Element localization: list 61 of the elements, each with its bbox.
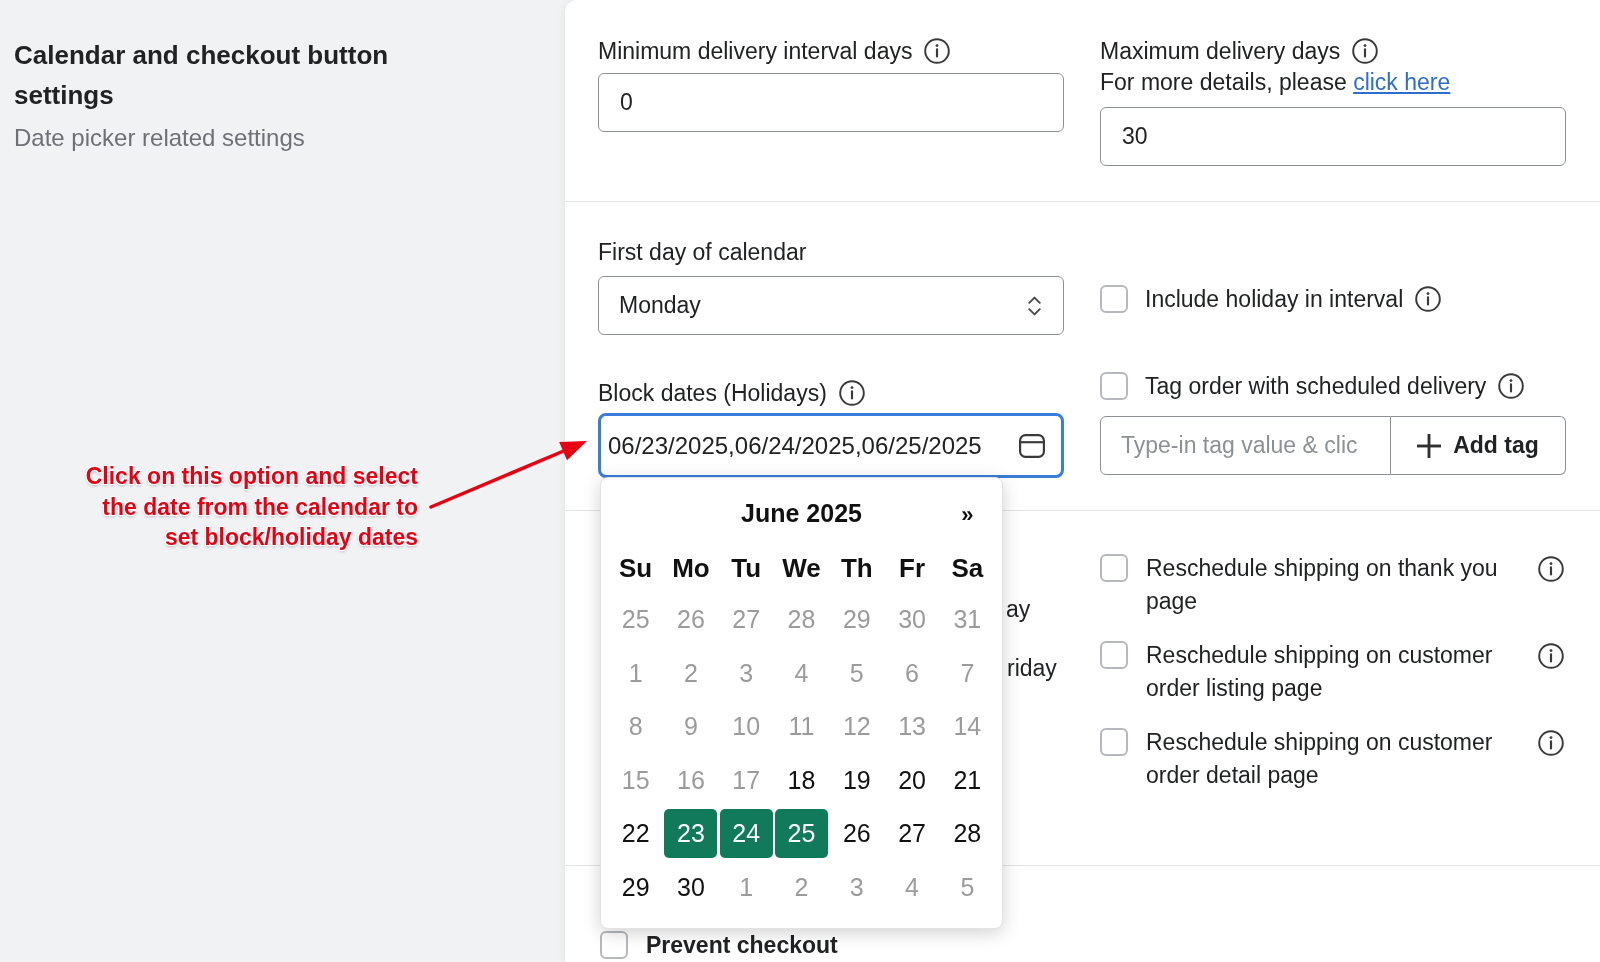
weekday-label: Sa — [951, 551, 984, 585]
info-icon — [1498, 373, 1525, 399]
chevron-up-down-icon — [1028, 295, 1041, 316]
weekday-label: We — [782, 551, 821, 585]
help-text: For more details, please click here — [1100, 68, 1452, 97]
section-title: Calendar and checkout button settings — [14, 39, 390, 112]
calendar-icon — [1019, 433, 1045, 458]
number-field[interactable]: 30 — [1100, 107, 1566, 166]
field-label: Maximum delivery days — [1100, 37, 1341, 66]
annotation-text: Click on this option and select the date from the calendar to set block/holiday dates — [84, 462, 418, 552]
calendar-day[interactable]: 23 — [664, 809, 718, 859]
checkbox[interactable] — [600, 931, 628, 959]
calendar-day[interactable]: 22 — [609, 809, 663, 859]
calendar-day[interactable]: 27 — [885, 809, 939, 859]
option-label: Reschedule shipping on customer order listing page — [1146, 641, 1494, 703]
checkbox[interactable] — [1100, 728, 1128, 756]
field-label: Include holiday in interval — [1145, 285, 1404, 314]
option-label: riday — [1007, 654, 1058, 683]
option-label: Reschedule shipping on thank you page — [1146, 554, 1499, 616]
number-field[interactable]: 0 — [598, 73, 1064, 132]
info-icon — [1538, 556, 1564, 582]
next-month-button[interactable]: » — [957, 497, 978, 531]
option-label: Prevent checkout — [646, 931, 838, 960]
info-icon — [1352, 38, 1379, 64]
plus-icon — [1417, 433, 1442, 458]
section-subtitle: Date picker related settings — [14, 123, 306, 153]
checkbox[interactable] — [1100, 285, 1128, 313]
calendar-day[interactable]: 25 — [775, 809, 828, 859]
add-tag-button[interactable]: Add tag — [1391, 416, 1566, 475]
weekday-label: Tu — [731, 551, 762, 585]
calendar-day[interactable]: 29 — [609, 862, 663, 912]
calendar-day[interactable]: 21 — [940, 755, 994, 805]
weekday-label: Mo — [672, 551, 710, 585]
calendar-day[interactable]: 28 — [940, 809, 994, 859]
calendar-day[interactable]: 18 — [775, 755, 828, 805]
option-label: Reschedule shipping on customer order detail page — [1146, 728, 1494, 790]
tag-input[interactable]: Type-in tag value & clic — [1100, 416, 1391, 475]
field-label: First day of calendar — [598, 238, 807, 267]
calendar-day[interactable]: 30 — [664, 862, 718, 912]
checkbox[interactable] — [1100, 372, 1128, 400]
checkbox[interactable] — [1100, 641, 1128, 669]
option-label: ay — [1006, 595, 1032, 624]
calendar-day[interactable]: 24 — [719, 809, 773, 859]
info-icon — [924, 38, 951, 64]
weekday-label: Fr — [899, 551, 926, 585]
weekday-label: Th — [840, 551, 873, 585]
weekday-select[interactable]: Monday — [598, 276, 1064, 335]
details-link[interactable]: click here — [1353, 69, 1451, 95]
month-title: June 2025 — [740, 498, 863, 530]
info-icon — [1538, 643, 1564, 669]
field-label: Tag order with scheduled delivery — [1145, 372, 1487, 401]
calendar-day[interactable]: 20 — [885, 755, 939, 805]
info-icon — [1538, 730, 1564, 756]
weekday-label: Su — [619, 551, 653, 585]
calendar-day[interactable]: 19 — [830, 755, 884, 805]
field-label: Minimum delivery interval days — [598, 37, 913, 66]
info-icon — [838, 380, 865, 406]
calendar-day[interactable]: 26 — [830, 809, 884, 859]
checkbox[interactable] — [1100, 554, 1128, 582]
field-label: Block dates (Holidays) — [598, 379, 827, 408]
info-icon — [1415, 286, 1442, 312]
